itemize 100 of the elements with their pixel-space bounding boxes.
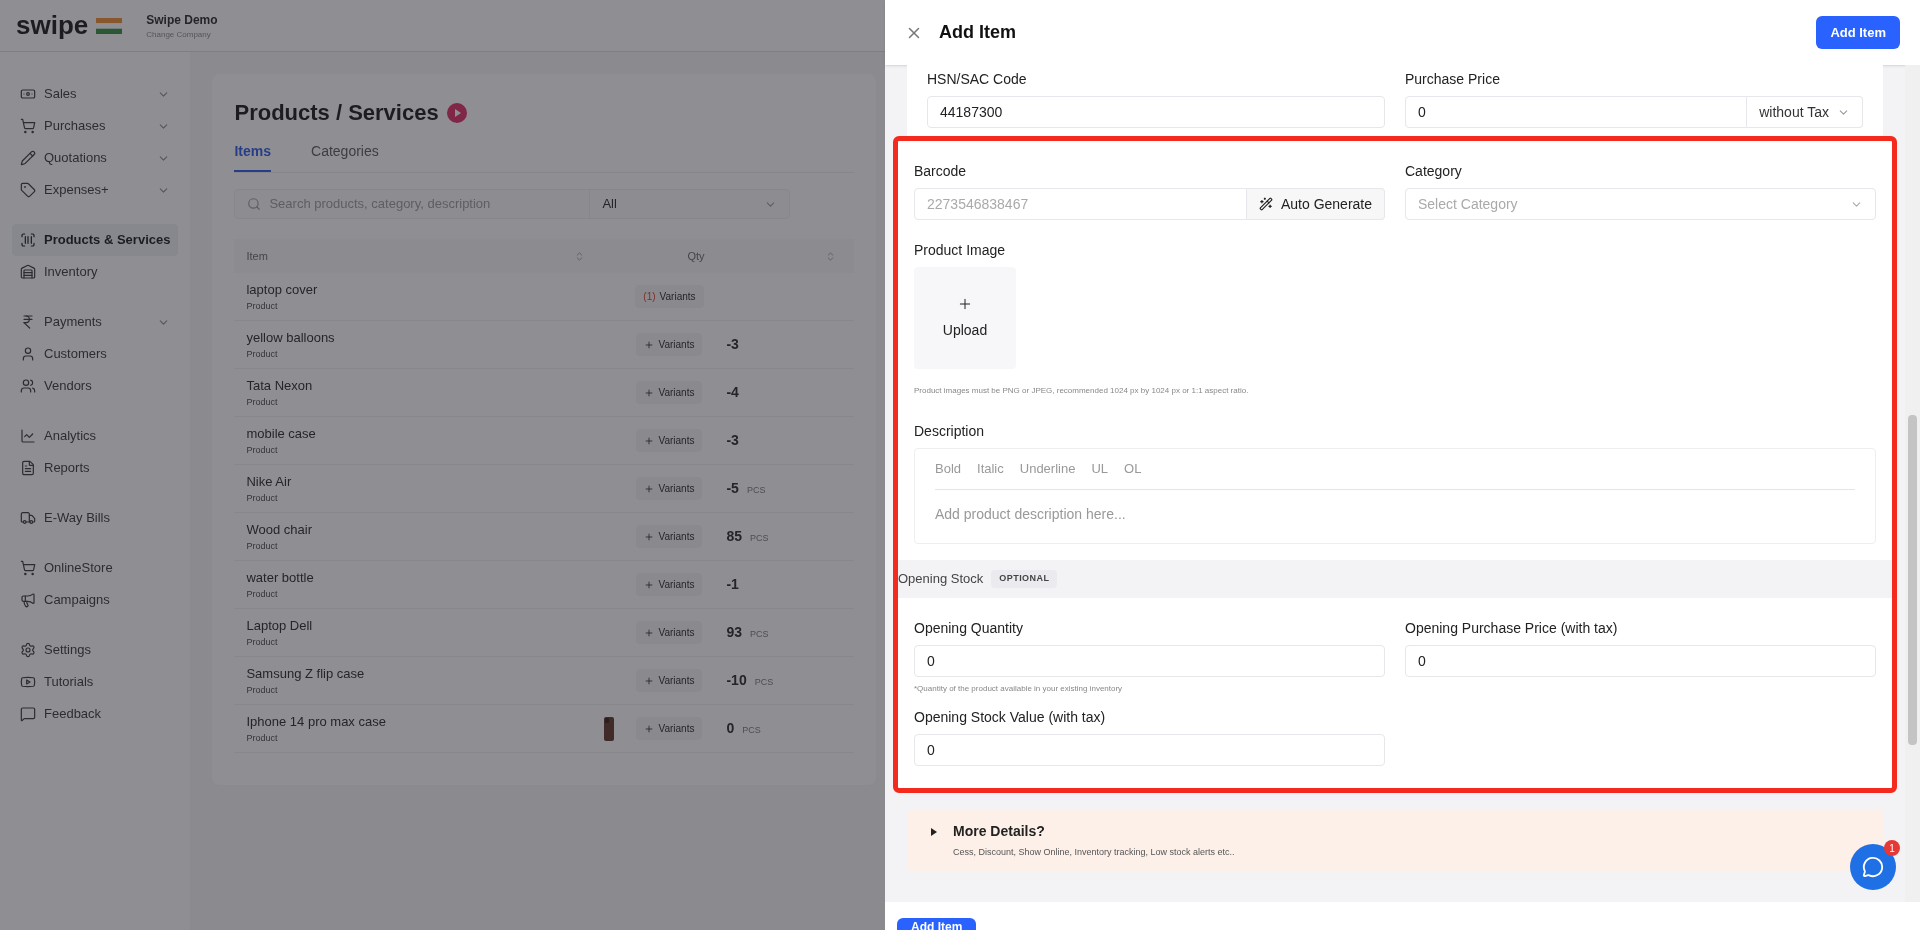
price-input[interactable]: 0 (1405, 96, 1748, 128)
variants-button[interactable]: Variants (636, 717, 703, 740)
wand-icon (1258, 197, 1273, 211)
sidebar-item[interactable]: Reports (12, 452, 179, 484)
user-icon (20, 346, 36, 362)
item-name[interactable]: laptop cover (246, 280, 583, 300)
filter-dropdown[interactable]: All (589, 190, 790, 218)
chat-button[interactable] (1850, 844, 1896, 890)
variants-button[interactable]: Variants (636, 333, 703, 356)
rupee-icon (20, 314, 36, 330)
field-label: Opening Purchase Price (with tax) (1405, 619, 1619, 638)
warehouse-icon (20, 264, 36, 280)
play-icon[interactable] (446, 102, 467, 123)
plus-icon (644, 531, 655, 542)
company-name: Swipe Demo (146, 11, 218, 29)
item-type: Product (246, 347, 279, 361)
barcode-input[interactable]: 2273546838467 (914, 188, 1247, 220)
tax-mode-dropdown[interactable]: without Tax (1747, 96, 1863, 128)
sidebar-item[interactable]: Settings (12, 634, 179, 666)
sidebar-item[interactable]: Sales (12, 78, 179, 110)
format-button[interactable]: Bold (935, 459, 962, 479)
format-button[interactable]: UL (1091, 459, 1109, 479)
sidebar-item[interactable]: Customers (12, 338, 179, 370)
item-name[interactable]: Wood chair (246, 520, 583, 540)
format-button[interactable]: Underline (1019, 459, 1076, 479)
price-input[interactable]: 0 (1405, 645, 1876, 677)
variants-button[interactable]: Variants (636, 525, 703, 548)
users-icon (20, 378, 36, 394)
tab[interactable]: Items (234, 141, 272, 172)
plus-icon (644, 627, 655, 638)
sidebar-item[interactable]: Analytics (12, 420, 179, 452)
plus-icon (644, 723, 655, 734)
column-header[interactable]: Qty (675, 247, 826, 265)
description-editor[interactable]: Bold Italic Underline UL OL Add product description here... (914, 448, 1876, 544)
sidebar-item[interactable]: Quotations (12, 142, 179, 174)
item-name[interactable]: Laptop Dell (246, 616, 583, 636)
stock-value-input[interactable]: 0 (914, 734, 1385, 766)
item-name[interactable]: Iphone 14 pro max case (246, 712, 583, 732)
chart-icon (20, 428, 36, 444)
field-label: Opening Stock Value (with tax) (914, 708, 1107, 727)
auto-generate-button[interactable]: Auto Generate (1246, 188, 1385, 220)
sidebar-item[interactable]: Tutorials (12, 666, 179, 698)
optional-badge: OPTIONAL (991, 570, 1058, 588)
sidebar-item[interactable]: E-Way Bills (12, 502, 179, 534)
field-label: Barcode (914, 162, 968, 181)
item-type: Product (246, 443, 279, 457)
sidebar-item[interactable]: Vendors (12, 370, 179, 402)
variants-button[interactable]: Variants (636, 429, 703, 452)
sidebar-item[interactable]: OnlineStore (12, 552, 179, 584)
field-label: Opening Quantity (914, 619, 1024, 638)
variants-button[interactable]: (1) Variants (635, 285, 704, 308)
item-type: Product (246, 539, 279, 553)
quantity-hint: *Quantity of the product available in your existing inventory (914, 683, 1124, 695)
field-label: Purchase Price (1405, 70, 1501, 89)
sidebar-item[interactable]: Products & Services (12, 224, 179, 256)
format-button[interactable]: Italic (977, 459, 1004, 479)
item-type: Product (246, 395, 279, 409)
item-name[interactable]: yellow balloons (246, 328, 583, 348)
item-type: Product (246, 635, 279, 649)
variants-button[interactable]: Variants (636, 669, 703, 692)
sidebar-item[interactable]: Expenses+ (12, 174, 179, 206)
more-details-panel[interactable]: More Details? Cess, Discount, Show Online, Inventory tracking, Low stock alerts etc.. (907, 809, 1883, 872)
variants-button[interactable]: Variants (636, 621, 703, 644)
add-item-button[interactable]: Add Item (1816, 15, 1900, 50)
upload-button[interactable]: Upload (914, 267, 1016, 369)
sidebar-item[interactable]: Feedback (12, 698, 179, 730)
variants-button[interactable]: Variants (636, 573, 703, 596)
qty-unit: PCS (754, 676, 774, 689)
megaphone-icon (20, 592, 36, 608)
quantity-input[interactable]: 0 (914, 645, 1385, 677)
sidebar-item[interactable]: Inventory (12, 256, 179, 288)
qty-value: 0 (726, 719, 735, 738)
field-label: HSN/SAC Code (927, 70, 1028, 89)
plus-icon (644, 339, 655, 350)
cart-icon (20, 560, 36, 576)
plus-icon (644, 435, 655, 446)
item-type: Product (246, 683, 279, 697)
category-dropdown[interactable]: Select Category (1405, 188, 1876, 220)
pencil-icon (20, 150, 36, 166)
page-title: Products / Services (234, 99, 439, 127)
item-name[interactable]: water bottle (246, 568, 583, 588)
column-header[interactable]: Item (234, 247, 575, 265)
item-name[interactable]: Samsung Z flip case (246, 664, 583, 684)
scrollbar-thumb[interactable] (1908, 415, 1917, 745)
item-name[interactable]: Nike Air (246, 472, 583, 492)
flag-icon (96, 17, 123, 34)
format-button[interactable]: OL (1124, 459, 1142, 479)
sidebar-item[interactable]: Campaigns (12, 584, 179, 616)
item-name[interactable]: mobile case (246, 424, 583, 444)
item-name[interactable]: Tata Nexon (246, 376, 583, 396)
variants-button[interactable]: Variants (636, 381, 703, 404)
tab[interactable]: Categories (311, 141, 379, 172)
hsn-input[interactable]: 44187300 (927, 96, 1385, 128)
variants-button[interactable]: Variants (636, 477, 703, 500)
more-details-title: More Details? (953, 822, 1045, 841)
qty-value: -5 (726, 479, 739, 498)
sidebar-item[interactable]: Purchases (12, 110, 179, 142)
qty-value: 85 (726, 527, 743, 546)
sidebar-item[interactable]: Payments (12, 306, 179, 338)
qty-value: -3 (726, 335, 739, 354)
